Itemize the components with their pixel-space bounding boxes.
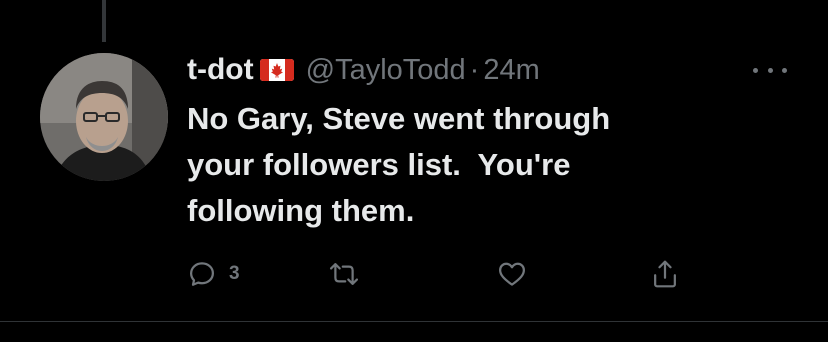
user-handle[interactable]: @TayloTodd bbox=[306, 54, 466, 87]
avatar[interactable] bbox=[40, 53, 168, 181]
reply-button[interactable]: 3 bbox=[187, 257, 240, 291]
retweet-button[interactable] bbox=[328, 257, 372, 291]
share-button[interactable] bbox=[650, 257, 680, 291]
tweet-actions: 3 bbox=[0, 257, 828, 291]
tweet-header: t-dot @TayloTodd · 24m bbox=[187, 50, 540, 90]
reply-icon bbox=[190, 262, 214, 286]
canadian-flag-icon bbox=[259, 59, 294, 81]
reply-count: 3 bbox=[229, 263, 240, 284]
separator-dot: · bbox=[469, 53, 480, 86]
share-icon bbox=[654, 260, 676, 288]
display-name[interactable]: t-dot bbox=[187, 53, 254, 87]
thread-connector-line bbox=[102, 0, 106, 42]
heart-icon bbox=[499, 262, 525, 286]
retweet-icon bbox=[329, 263, 359, 285]
avatar-photo bbox=[40, 53, 168, 181]
more-dots-icon[interactable] bbox=[753, 60, 787, 80]
tweet-text: No Gary, Steve went through your followe… bbox=[187, 101, 611, 228]
timestamp[interactable]: 24m bbox=[483, 54, 539, 87]
like-button[interactable] bbox=[497, 257, 539, 291]
divider bbox=[0, 321, 828, 322]
